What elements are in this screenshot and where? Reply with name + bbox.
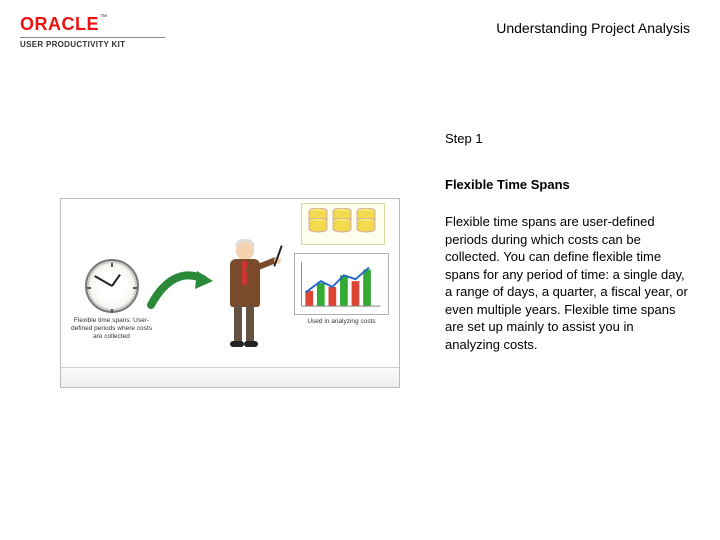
chart-icon: Used in analyzing costs: [294, 253, 389, 326]
section-title: Flexible Time Spans: [445, 176, 690, 194]
chart-caption: Used in analyzing costs: [294, 318, 389, 326]
body-text: Flexible time spans are user-defined per…: [445, 214, 688, 352]
logo-divider: [20, 37, 165, 38]
concept-illustration: Flexible time spans: User-defined period…: [60, 198, 400, 388]
clock-caption: Flexible time spans: User-defined period…: [69, 317, 154, 340]
brand-word: ORACLE: [20, 14, 99, 35]
product-line-label: USER PRODUCTIVITY KIT: [20, 40, 165, 49]
page-root: ORACLE™ USER PRODUCTIVITY KIT Understand…: [0, 0, 720, 540]
trademark-symbol: ™: [100, 14, 107, 21]
brand-logo: ORACLE™ USER PRODUCTIVITY KIT: [20, 14, 165, 49]
step-label: Step 1: [445, 130, 690, 148]
database-stack-icon: [301, 203, 385, 245]
illustration-footer-band: [61, 367, 399, 387]
page-header: ORACLE™ USER PRODUCTIVITY KIT Understand…: [20, 14, 700, 54]
clock-icon: Flexible time spans: User-defined period…: [69, 259, 154, 340]
page-title: Understanding Project Analysis: [496, 20, 690, 36]
presenter-icon: [216, 239, 286, 369]
arrow-icon: [147, 265, 217, 315]
content-column: Step 1 Flexible Time Spans Flexible time…: [445, 130, 690, 353]
